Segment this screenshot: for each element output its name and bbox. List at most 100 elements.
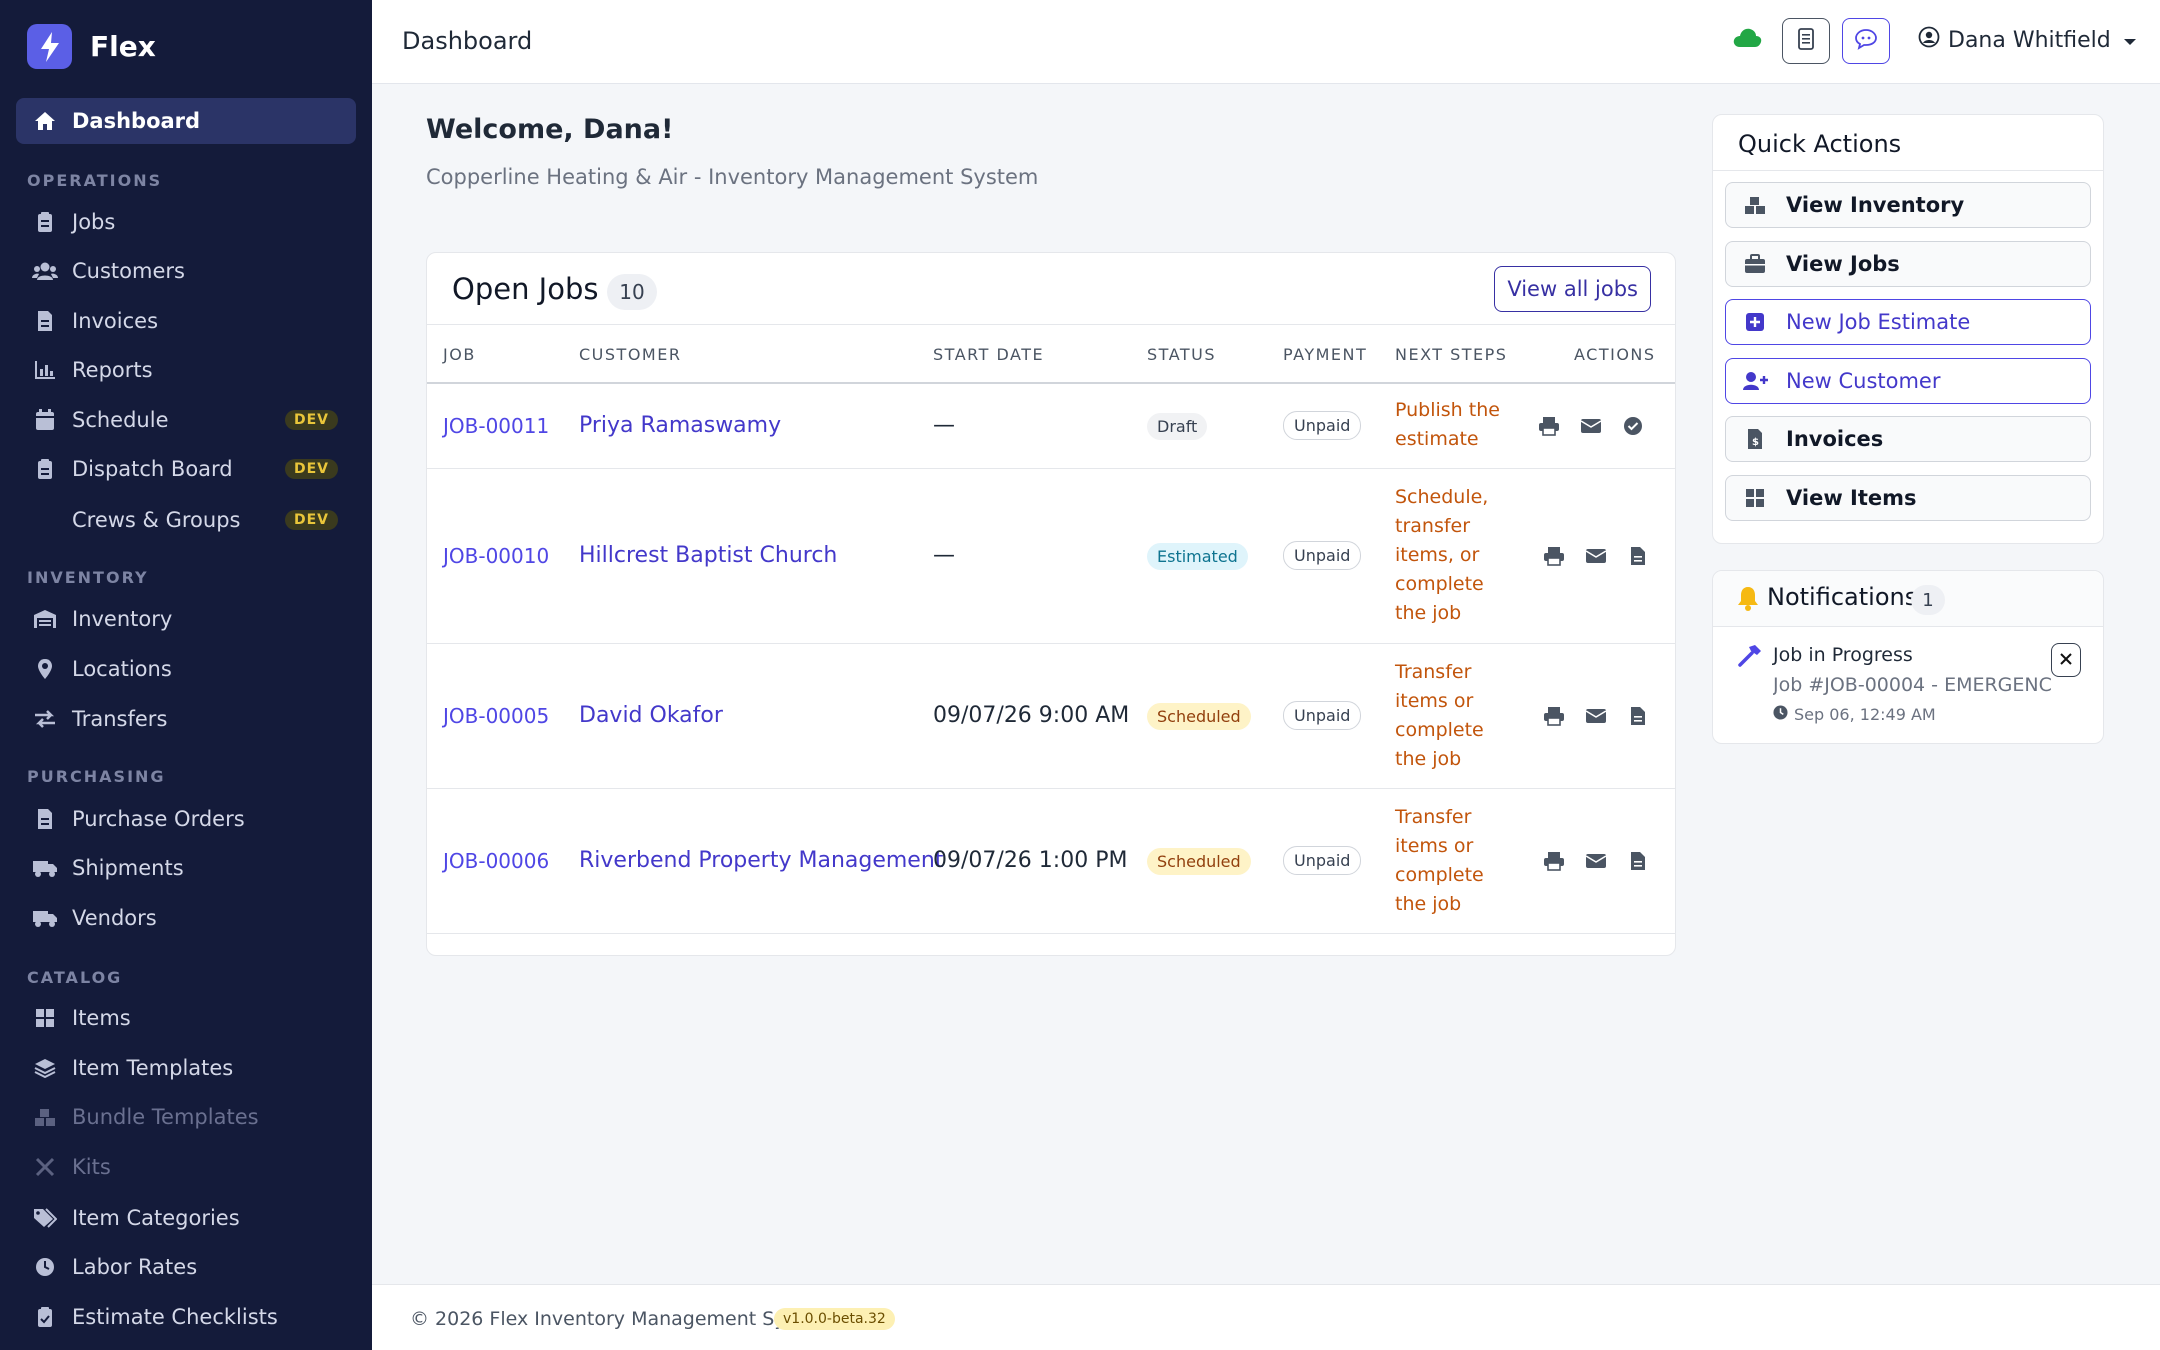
- column-header-payment[interactable]: PAYMENT: [1283, 345, 1367, 364]
- customer-link[interactable]: Priya Ramaswamy: [579, 413, 781, 438]
- footer: © 2026 Flex Inventory Management System …: [372, 1284, 2160, 1350]
- sidebar-item-label: Items: [72, 1006, 131, 1030]
- sidebar-item-item-categories[interactable]: Item Categories: [16, 1195, 356, 1241]
- user-name: Dana Whitfield: [1948, 27, 2111, 53]
- quick-actions-title: Quick Actions: [1738, 130, 1902, 158]
- welcome-heading: Welcome, Dana!: [426, 114, 674, 145]
- layers-icon: [32, 1055, 58, 1081]
- envelope-icon[interactable]: [1584, 704, 1608, 728]
- new-customer-button[interactable]: New Customer: [1725, 358, 2091, 404]
- job-link[interactable]: JOB-00005: [443, 704, 549, 728]
- envelope-icon[interactable]: [1584, 849, 1608, 873]
- topbar: Dashboard Dana Whitfield: [372, 0, 2160, 84]
- invoices-button[interactable]: $ Invoices: [1725, 416, 2091, 462]
- file-icon[interactable]: [1626, 704, 1650, 728]
- tags-icon: [32, 1205, 58, 1231]
- start-date: —: [933, 413, 955, 438]
- sidebar-item-labor-rates[interactable]: Labor Rates: [16, 1244, 356, 1290]
- print-icon[interactable]: [1542, 849, 1566, 873]
- customer-link[interactable]: David Okafor: [579, 703, 723, 728]
- user-menu[interactable]: Dana Whitfield: [1918, 26, 2137, 54]
- sidebar-item-label: Invoices: [72, 309, 159, 333]
- file-icon[interactable]: [1626, 544, 1650, 568]
- notifications-header: Notifications 1: [1713, 571, 2103, 627]
- sidebar-item-customers[interactable]: Customers: [16, 248, 356, 294]
- payment-badge: Unpaid: [1283, 411, 1362, 440]
- sidebar-item-invoices[interactable]: Invoices: [16, 298, 356, 344]
- sidebar-item-schedule[interactable]: Schedule DEV: [16, 397, 356, 443]
- sidebar-item-label: Vendors: [72, 906, 157, 930]
- print-icon[interactable]: [1542, 544, 1566, 568]
- job-link[interactable]: JOB-00006: [443, 849, 549, 873]
- customer-link[interactable]: Riverbend Property Management: [579, 848, 943, 873]
- sidebar-item-kits[interactable]: Kits: [16, 1144, 356, 1190]
- feedback-button[interactable]: [1842, 18, 1890, 64]
- view-jobs-button[interactable]: View Jobs: [1725, 241, 2091, 287]
- notification-body[interactable]: Job #JOB-00004 - EMERGENC...: [1773, 674, 2053, 696]
- envelope-icon[interactable]: [1579, 414, 1603, 438]
- view-inventory-button[interactable]: View Inventory: [1725, 182, 2091, 228]
- customer-link[interactable]: Hillcrest Baptist Church: [579, 543, 837, 568]
- sidebar-item-shipments[interactable]: Shipments: [16, 845, 356, 891]
- sidebar-item-label: Schedule: [72, 408, 169, 432]
- column-header-start-date[interactable]: START DATE: [933, 345, 1044, 364]
- open-jobs-card: Open Jobs 10 View all jobs JOB CUSTOMER …: [426, 252, 1676, 956]
- job-link[interactable]: JOB-00010: [443, 544, 549, 568]
- cloud-icon[interactable]: [1732, 26, 1762, 52]
- sidebar-item-purchase-orders[interactable]: Purchase Orders: [16, 796, 356, 842]
- th-large-icon: [1742, 485, 1768, 511]
- sidebar-item-label: Kits: [72, 1155, 111, 1179]
- sidebar-item-dashboard[interactable]: Dashboard: [16, 98, 356, 144]
- sidebar-item-label: Shipments: [72, 856, 184, 880]
- sidebar-item-reports[interactable]: Reports: [16, 347, 356, 393]
- truck-loading-icon: [32, 855, 58, 881]
- sidebar-item-items[interactable]: Items: [16, 995, 356, 1041]
- sidebar-item-label: Locations: [72, 657, 172, 681]
- sidebar-item-dispatch-board[interactable]: Dispatch Board DEV: [16, 446, 356, 492]
- quick-actions-card: Quick Actions View Inventory View Jobs N…: [1712, 114, 2104, 544]
- sidebar-item-vendors[interactable]: Vendors: [16, 895, 356, 941]
- chart-bar-icon: [32, 357, 58, 383]
- column-header-status[interactable]: STATUS: [1147, 345, 1216, 364]
- table-row: JOB-00010 Hillcrest Baptist Church — Est…: [427, 469, 1675, 644]
- column-header-job[interactable]: JOB: [443, 345, 476, 364]
- brand[interactable]: Flex: [27, 24, 156, 69]
- hammer-icon: [1737, 643, 1763, 671]
- print-icon[interactable]: [1542, 704, 1566, 728]
- next-steps: Publish the estimate: [1395, 399, 1500, 450]
- notifications-count: 1: [1911, 585, 1945, 615]
- map-marker-icon: [32, 656, 58, 682]
- envelope-icon[interactable]: [1584, 544, 1608, 568]
- file-icon[interactable]: [1626, 849, 1650, 873]
- home-icon: [32, 108, 58, 134]
- sidebar-item-jobs[interactable]: Jobs: [16, 199, 356, 245]
- notes-button[interactable]: [1782, 18, 1830, 64]
- notification-timestamp: Sep 06, 12:49 AM: [1794, 705, 1936, 724]
- sidebar-item-bundle-templates[interactable]: Bundle Templates: [16, 1094, 356, 1140]
- start-date: 09/07/26 1:00 PM: [933, 848, 1128, 873]
- notification-title[interactable]: Job in Progress: [1773, 644, 1913, 666]
- open-jobs-header: Open Jobs 10 View all jobs: [427, 253, 1675, 325]
- check-circle-icon[interactable]: [1621, 414, 1645, 438]
- sidebar-item-label: Bundle Templates: [72, 1105, 259, 1129]
- column-header-customer[interactable]: CUSTOMER: [579, 345, 681, 364]
- payment-badge: Unpaid: [1283, 846, 1362, 875]
- sidebar-item-item-templates[interactable]: Item Templates: [16, 1045, 356, 1091]
- status-badge: Draft: [1147, 413, 1208, 440]
- view-all-jobs-button[interactable]: View all jobs: [1494, 266, 1651, 312]
- job-link[interactable]: JOB-00011: [443, 414, 549, 438]
- new-job-estimate-button[interactable]: New Job Estimate: [1725, 299, 2091, 345]
- cubes-icon: [32, 1104, 58, 1130]
- sidebar-item-transfers[interactable]: Transfers: [16, 696, 356, 742]
- status-badge: Scheduled: [1147, 848, 1251, 875]
- sidebar: Flex Dashboard OPERATIONS Jobs Customers…: [0, 0, 372, 1350]
- cubes-icon: [1742, 192, 1768, 218]
- view-items-button[interactable]: View Items: [1725, 475, 2091, 521]
- sidebar-item-estimate-checklists[interactable]: Estimate Checklists: [16, 1294, 356, 1340]
- sidebar-item-crews-groups[interactable]: Crews & Groups DEV: [16, 497, 356, 543]
- dismiss-notification-button[interactable]: [2051, 643, 2081, 677]
- sidebar-item-locations[interactable]: Locations: [16, 646, 356, 692]
- print-icon[interactable]: [1537, 414, 1561, 438]
- sidebar-item-inventory[interactable]: Inventory: [16, 596, 356, 642]
- page-title: Dashboard: [402, 27, 533, 55]
